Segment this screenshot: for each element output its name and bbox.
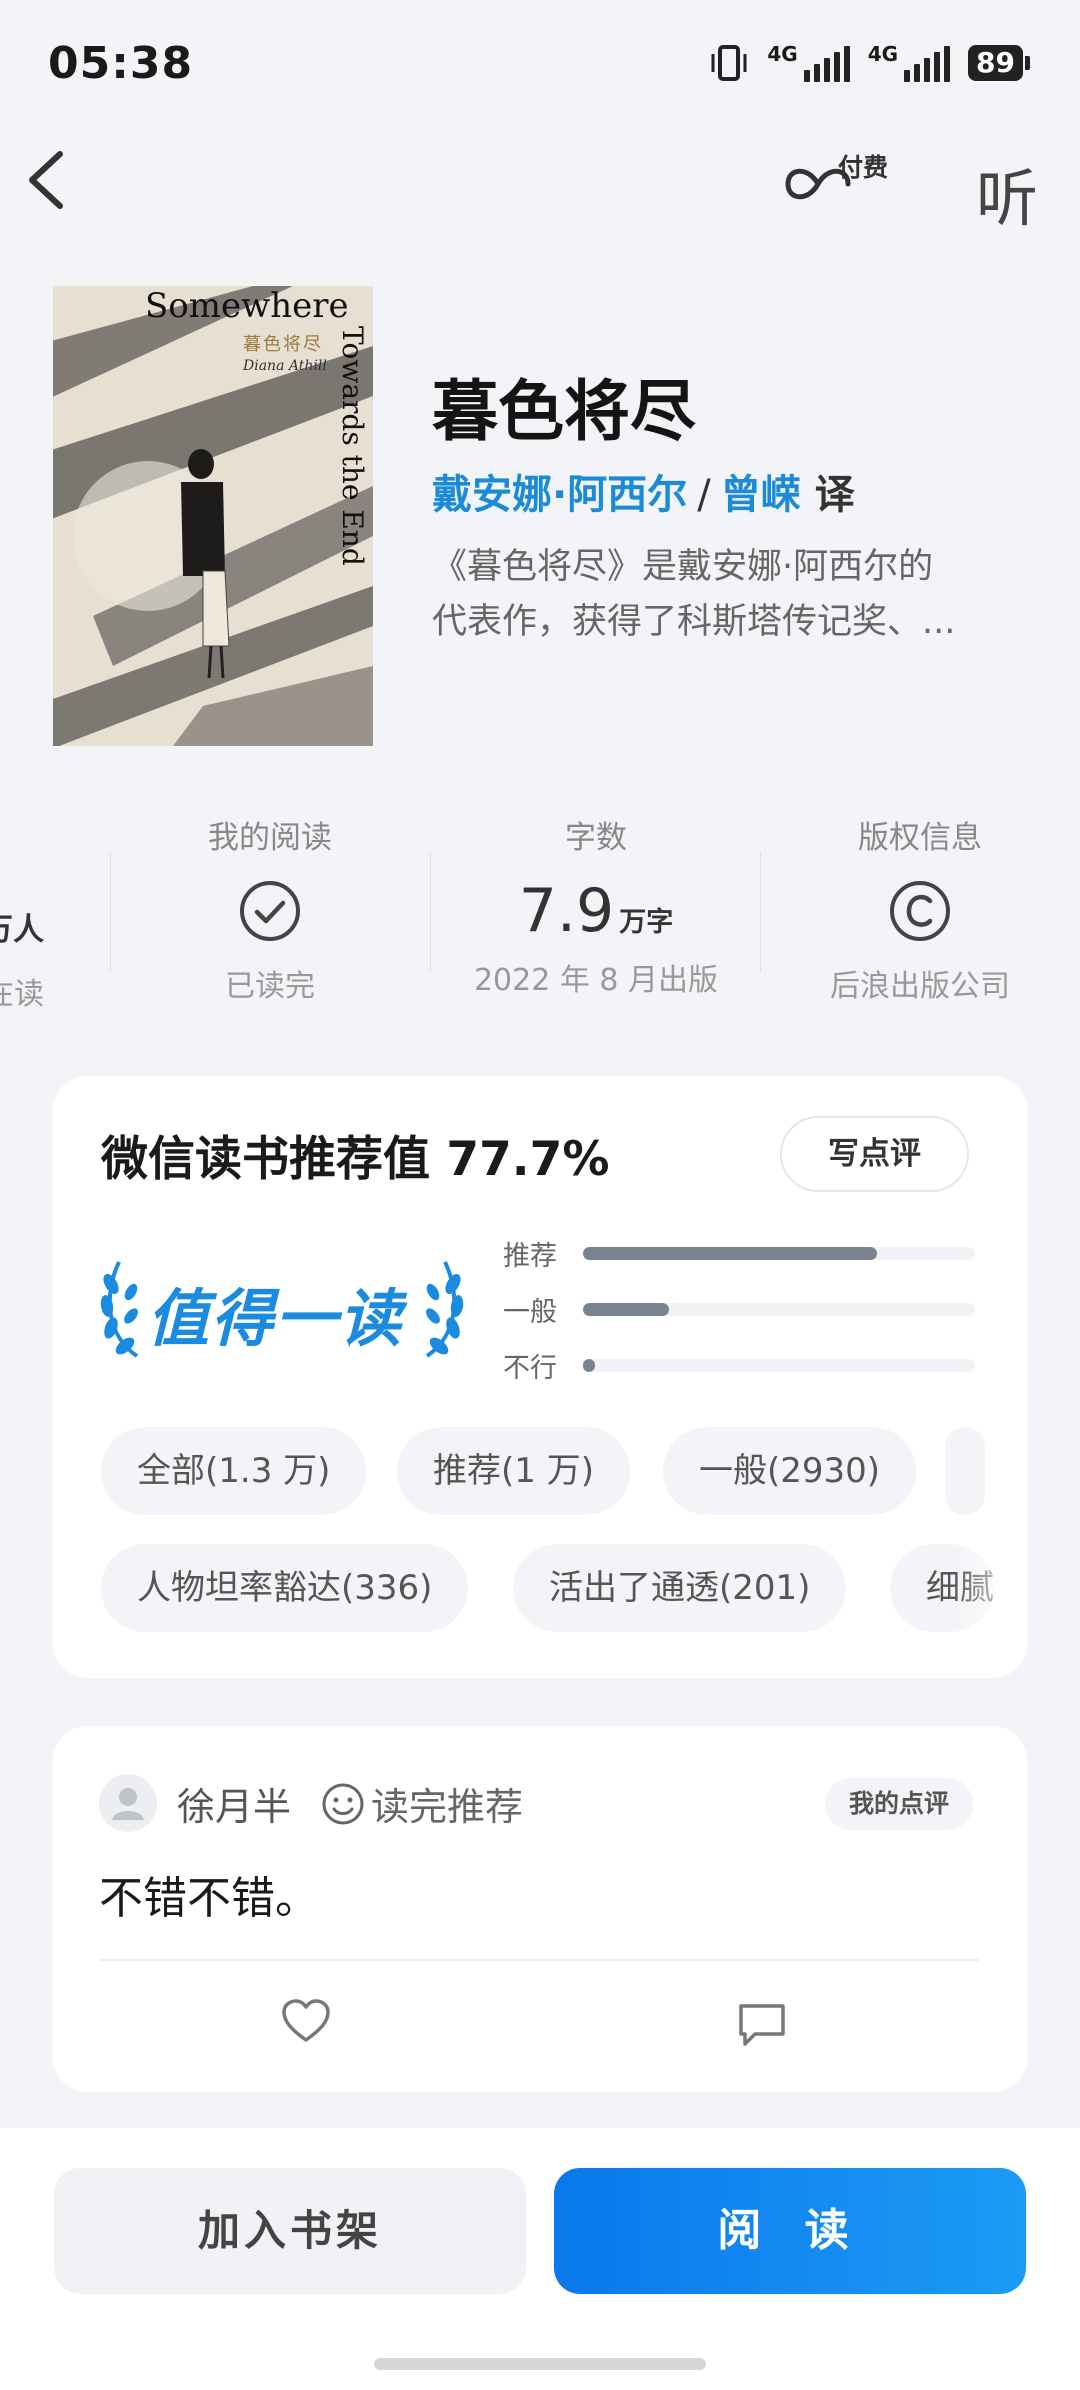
- readers-count-partial: 万人: [0, 912, 44, 948]
- translator-link[interactable]: 曾嵘: [721, 472, 801, 518]
- filter-recommend[interactable]: 推荐(1 万): [397, 1427, 630, 1515]
- pay-label: 付费: [838, 153, 889, 182]
- readers-stat[interactable]: 万人 在读: [0, 812, 44, 1013]
- book-cover[interactable]: Somewhere 暮色将尽 Diana Athill Towards the …: [53, 286, 373, 746]
- bar-label: 一般: [503, 1297, 557, 1328]
- bar-label: 不行: [503, 1353, 557, 1384]
- publish-date: 2022 年 8 月出版: [473, 963, 719, 998]
- rating-bar-poor: 不行: [503, 1346, 975, 1385]
- copyright-icon: [890, 881, 950, 941]
- fade-overlay: [953, 1516, 1027, 1656]
- network-type: 4G: [767, 42, 798, 66]
- divider: [99, 1959, 979, 1961]
- laurel-right-icon: [425, 1261, 464, 1358]
- cover-title-en: Somewhere: [145, 286, 349, 326]
- back-icon[interactable]: [22, 148, 72, 212]
- laurel-left-icon: [100, 1261, 139, 1358]
- read-button[interactable]: 阅 读: [554, 2168, 1026, 2294]
- badge-text: 值得一读: [147, 1282, 404, 1355]
- review-username[interactable]: 徐月半: [177, 1776, 291, 1831]
- description-line: 《暮色将尽》是戴安娜·阿西尔的: [432, 547, 934, 587]
- pay-infinite-button[interactable]: 付费: [782, 148, 902, 208]
- battery-level: 89: [968, 45, 1023, 81]
- cover-side-en: Towards the End: [336, 326, 369, 566]
- book-title: 暮色将尽: [432, 372, 696, 450]
- status-icons: 4G 4G 89: [709, 44, 1030, 82]
- filter-average[interactable]: 一般(2930): [663, 1427, 917, 1515]
- word-count-stat[interactable]: 字数 7.9 万字 2022 年 8 月出版: [460, 812, 732, 999]
- translator-suffix: 译: [814, 472, 855, 518]
- copyright-stat[interactable]: 版权信息 后浪出版公司: [800, 812, 1040, 1005]
- bar-label: 推荐: [503, 1241, 557, 1272]
- rating-bar-recommend: 推荐: [503, 1234, 975, 1273]
- filter-more-partial[interactable]: [945, 1427, 985, 1515]
- review-content: 不错不错。: [99, 1873, 319, 1924]
- recommend-title-label: 微信读书推荐值: [101, 1132, 430, 1187]
- description-line: 代表作，获得了科斯塔传记奖、...: [432, 602, 956, 642]
- worth-reading-badge: 值得一读: [97, 1256, 477, 1366]
- check-circle-icon: [240, 881, 300, 941]
- my-review-badge: 我的点评: [825, 1778, 974, 1830]
- publisher: 后浪出版公司: [830, 969, 1010, 1004]
- my-reading-status: 已读完: [225, 969, 315, 1004]
- word-count-unit: 万字: [619, 907, 674, 938]
- avatar[interactable]: [99, 1774, 157, 1832]
- rating-bar-average: 一般: [503, 1290, 975, 1329]
- user-avatar-icon: [112, 1788, 144, 1820]
- home-indicator[interactable]: [374, 2358, 706, 2370]
- like-heart-icon[interactable]: [281, 1998, 331, 2044]
- my-review-card[interactable]: 徐月半 读完推荐 我的点评 不错不错。: [53, 1726, 1027, 2092]
- author-separator: /: [697, 472, 711, 518]
- bar-fill: [583, 1359, 595, 1372]
- signal-icon: 4G: [867, 42, 951, 82]
- write-review-button[interactable]: 写点评: [780, 1116, 969, 1192]
- book-description[interactable]: 《暮色将尽》是戴安娜·阿西尔的 代表作，获得了科斯塔传记奖、...: [432, 540, 1012, 650]
- bar-fill: [583, 1247, 877, 1260]
- word-count-value: 7.9: [518, 876, 615, 946]
- review-tag: 读完推荐: [371, 1785, 524, 1829]
- comment-icon[interactable]: [737, 2002, 787, 2048]
- status-time: 05:38: [48, 38, 194, 89]
- book-authors: 戴安娜·阿西尔 / 曾嵘 译: [432, 462, 855, 520]
- author-link[interactable]: 戴安娜·阿西尔: [432, 472, 687, 518]
- add-to-shelf-button[interactable]: 加入书架: [54, 2168, 526, 2294]
- network-type: 4G: [867, 42, 899, 66]
- vibrate-icon: [711, 45, 747, 81]
- filter-tag[interactable]: 活出了通透(201): [513, 1544, 847, 1632]
- cover-title-cn: 暮色将尽: [243, 334, 323, 355]
- signal-icon: 4G: [767, 42, 850, 82]
- book-stats: 万人 在读 我的阅读 已读完 字数 7.9 万字 2022 年 8 月出版 版权…: [0, 812, 1080, 1012]
- my-reading-label: 我的阅读: [208, 820, 332, 856]
- recommend-title: 微信读书推荐值 77.7%: [101, 1120, 609, 1189]
- rating-card: 微信读书推荐值 77.7% 写点评 值得一读 推荐 一般 不行 全部(1.3 万…: [53, 1076, 1027, 1678]
- my-reading-stat[interactable]: 我的阅读 已读完: [150, 812, 390, 1005]
- listen-button[interactable]: 听: [976, 148, 1038, 238]
- filter-tag[interactable]: 人物坦率豁达(336): [101, 1544, 469, 1632]
- filter-all[interactable]: 全部(1.3 万): [101, 1427, 367, 1515]
- cover-author-en: Diana Athill: [243, 358, 327, 374]
- recommend-value: 77.7%: [446, 1132, 610, 1187]
- readers-label-partial: 在读: [0, 977, 44, 1012]
- smile-icon: [322, 1783, 364, 1825]
- cover-art: [53, 286, 373, 746]
- copyright-label: 版权信息: [858, 820, 982, 856]
- bar-fill: [583, 1303, 670, 1316]
- word-count-label: 字数: [565, 820, 627, 856]
- battery-icon: 89: [968, 45, 1030, 81]
